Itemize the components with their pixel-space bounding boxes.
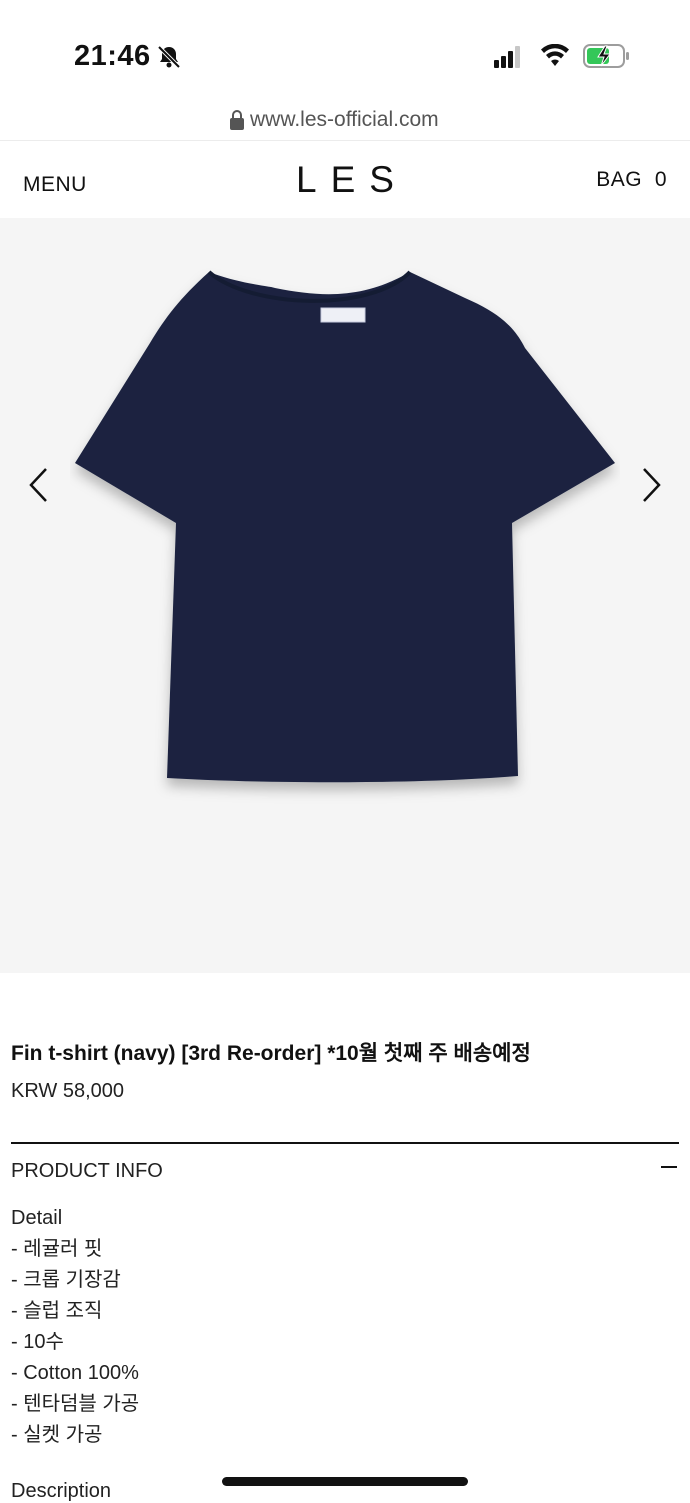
bag-button[interactable]: BAG 0 xyxy=(596,168,667,192)
detail-item: - 텐타덤블 가공 xyxy=(11,1393,140,1415)
minus-icon[interactable] xyxy=(661,1166,677,1168)
home-indicator[interactable] xyxy=(222,1477,468,1486)
bell-slash-icon xyxy=(157,45,181,69)
site-header: MENU LES BAG 0 xyxy=(0,141,690,218)
lock-icon xyxy=(230,110,244,130)
product-info-toggle[interactable]: PRODUCT INFO xyxy=(11,1160,163,1183)
product-image[interactable] xyxy=(70,268,620,808)
detail-item: - 레귤러 핏 xyxy=(11,1238,103,1260)
product-details: Detail - 레귤러 핏 - 크롭 기장감 - 슬럽 조직 - 10수 - … xyxy=(11,1203,139,1451)
clock: 21:46 xyxy=(74,40,151,72)
detail-item: - 크롭 기장감 xyxy=(11,1269,121,1291)
detail-item: - 10수 xyxy=(11,1331,64,1353)
bag-count: 0 xyxy=(654,168,667,191)
divider xyxy=(11,1142,679,1144)
status-bar: 21:46 xyxy=(0,0,690,100)
detail-heading: Detail xyxy=(11,1207,63,1229)
address-bar[interactable]: www.les-official.com xyxy=(0,100,690,141)
chevron-right-icon[interactable] xyxy=(638,465,664,505)
battery-charging-icon xyxy=(583,44,629,68)
chevron-left-icon[interactable] xyxy=(26,465,52,505)
product-price: KRW 58,000 xyxy=(11,1080,125,1102)
product-gallery xyxy=(0,218,690,973)
product-title: Fin t-shirt (navy) [3rd Re-order] *10월 첫… xyxy=(11,1042,531,1065)
detail-item: - 실켓 가공 xyxy=(11,1424,103,1446)
signal-icon xyxy=(494,46,520,68)
wifi-icon xyxy=(541,44,569,66)
detail-item: - Cotton 100% xyxy=(11,1362,139,1384)
url-text[interactable]: www.les-official.com xyxy=(250,108,439,132)
detail-item: - 슬럽 조직 xyxy=(11,1300,103,1322)
site-logo[interactable]: LES xyxy=(0,159,690,201)
bag-label: BAG xyxy=(596,168,643,191)
